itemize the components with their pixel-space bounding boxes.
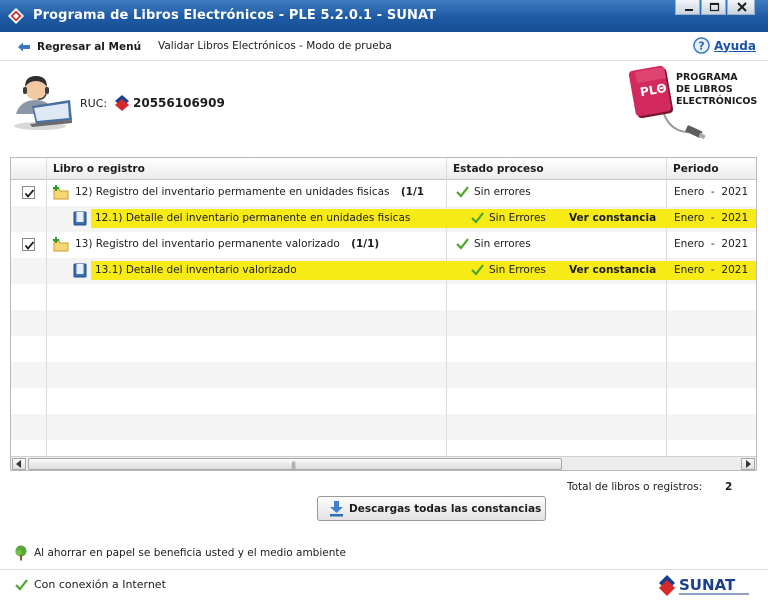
minimize-icon: [685, 9, 693, 11]
sunat-logo-icon: SUNAT: [659, 575, 749, 596]
folder-add-icon: [53, 185, 69, 200]
scroll-left-button[interactable]: [12, 458, 26, 470]
maximize-icon: [709, 2, 720, 12]
period-text: Enero - 2021: [674, 238, 749, 250]
row-title-text: 12.1) Detalle del inventario permanente …: [95, 212, 411, 224]
view-certificate-link[interactable]: Ver constancia: [569, 212, 656, 224]
ple-title-line: DE LIBROS: [676, 84, 733, 95]
column-header-periodo[interactable]: Periodo: [667, 158, 756, 180]
table-row[interactable]: 13.1) Detalle del inventario valorizado …: [11, 258, 756, 284]
row-title: 13) Registro del inventario permanente v…: [75, 238, 379, 250]
document-icon: [73, 211, 87, 226]
connection-check-icon: [15, 578, 28, 591]
row-title-text: 13) Registro del inventario permanente v…: [75, 238, 340, 250]
window-title: Programa de Libros Electrónicos - PLE 5.…: [33, 8, 437, 23]
row-count: (1/1: [400, 186, 425, 198]
row-count: (1/1): [351, 238, 380, 250]
row-title: 12) Registro del inventario permamente e…: [75, 186, 424, 198]
period-text: Enero - 2021: [674, 264, 749, 276]
ple-title-line: ELECTRÓNICOS: [676, 96, 758, 107]
success-check-icon: [471, 264, 484, 276]
user-avatar-icon: [14, 76, 72, 130]
maximize-button[interactable]: [701, 0, 726, 15]
row-checkbox[interactable]: [22, 186, 35, 199]
table-row[interactable]: 13) Registro del inventario permanente v…: [11, 232, 756, 258]
books-table: Libro o registro Estado proceso Periodo: [10, 157, 757, 471]
title-bar: Programa de Libros Electrónicos - PLE 5.…: [0, 0, 768, 32]
checkmark-icon: [24, 189, 35, 198]
help-label: Ayuda: [714, 38, 756, 53]
success-check-icon: [471, 212, 484, 224]
arrow-left-icon: [18, 42, 30, 52]
total-value: 2: [725, 481, 733, 493]
connection-status: Con conexión a Internet: [15, 578, 166, 591]
table-header: Libro o registro Estado proceso Periodo: [11, 158, 756, 180]
ple-title-line: PROGRAMA: [676, 72, 738, 83]
sunat-diamond-icon: [115, 95, 129, 111]
period-text: Enero - 2021: [674, 186, 749, 198]
ple-program-title: PROGRAMA DE LIBROS ELECTRÓNICOS: [676, 72, 766, 108]
status-text: Sin errores: [474, 186, 531, 198]
eco-message: Al ahorrar en papel se beneficia usted y…: [13, 545, 346, 561]
row-checkbox[interactable]: [22, 238, 35, 251]
scroll-right-button[interactable]: [741, 458, 755, 470]
eco-message-text: Al ahorrar en papel se beneficia usted y…: [34, 547, 346, 559]
nav-bar: Regresar al Menú Validar Libros Electrón…: [0, 32, 768, 61]
back-label: Regresar al Menú: [37, 41, 142, 53]
back-to-menu-link[interactable]: Regresar al Menú: [17, 39, 141, 55]
status-text: Sin Errores: [489, 212, 546, 224]
column-header-libro[interactable]: Libro o registro: [47, 158, 447, 180]
ple-badge-text: PLΘ: [639, 81, 668, 99]
period-text: Enero - 2021: [674, 212, 749, 224]
horizontal-scrollbar[interactable]: |||: [11, 456, 756, 470]
connection-status-text: Con conexión a Internet: [34, 578, 166, 591]
arrow-right-small-icon: [746, 460, 751, 468]
svg-text:?: ?: [698, 40, 704, 53]
ruc-label: RUC:: [80, 97, 108, 110]
arrow-left-small-icon: [16, 460, 21, 468]
download-all-label: Descargas todas las constancias: [349, 503, 542, 515]
close-button[interactable]: [727, 0, 755, 15]
total-label: Total de libros o registros:: [567, 481, 703, 493]
column-header-check: [11, 158, 47, 180]
ruc-value: 20556106909: [133, 96, 225, 110]
table-row[interactable]: 12.1) Detalle del inventario permanente …: [11, 206, 756, 232]
status-text: Sin errores: [474, 238, 531, 250]
folder-add-icon: [53, 237, 69, 252]
breadcrumb: Validar Libros Electrónicos - Modo de pr…: [158, 40, 392, 52]
scrollbar-thumb[interactable]: |||: [28, 458, 562, 470]
table-row[interactable]: 12) Registro del inventario permamente e…: [11, 180, 756, 206]
ple-badge: PLΘ: [639, 81, 668, 99]
tree-icon: [15, 545, 27, 561]
row-title-text: 13.1) Detalle del inventario valorizado: [95, 264, 297, 276]
view-certificate-link[interactable]: Ver constancia: [569, 264, 656, 276]
success-check-icon: [456, 186, 469, 198]
document-icon: [73, 263, 87, 278]
column-header-estado[interactable]: Estado proceso: [447, 158, 667, 180]
minimize-button[interactable]: [675, 0, 700, 15]
download-icon: [330, 501, 343, 517]
app-logo-icon: [8, 8, 24, 24]
download-all-certificates-button[interactable]: Descargas todas las constancias: [317, 496, 546, 521]
close-icon: [737, 2, 747, 12]
status-bar: Con conexión a Internet SUNAT: [0, 569, 768, 601]
help-link[interactable]: ? Ayuda: [693, 37, 756, 54]
status-text: Sin Errores: [489, 264, 546, 276]
success-check-icon: [456, 238, 469, 250]
checkmark-icon: [24, 241, 35, 250]
sunat-brand-text: SUNAT: [679, 576, 736, 594]
row-title-text: 12) Registro del inventario permamente e…: [75, 186, 390, 198]
help-icon: ?: [693, 37, 710, 54]
